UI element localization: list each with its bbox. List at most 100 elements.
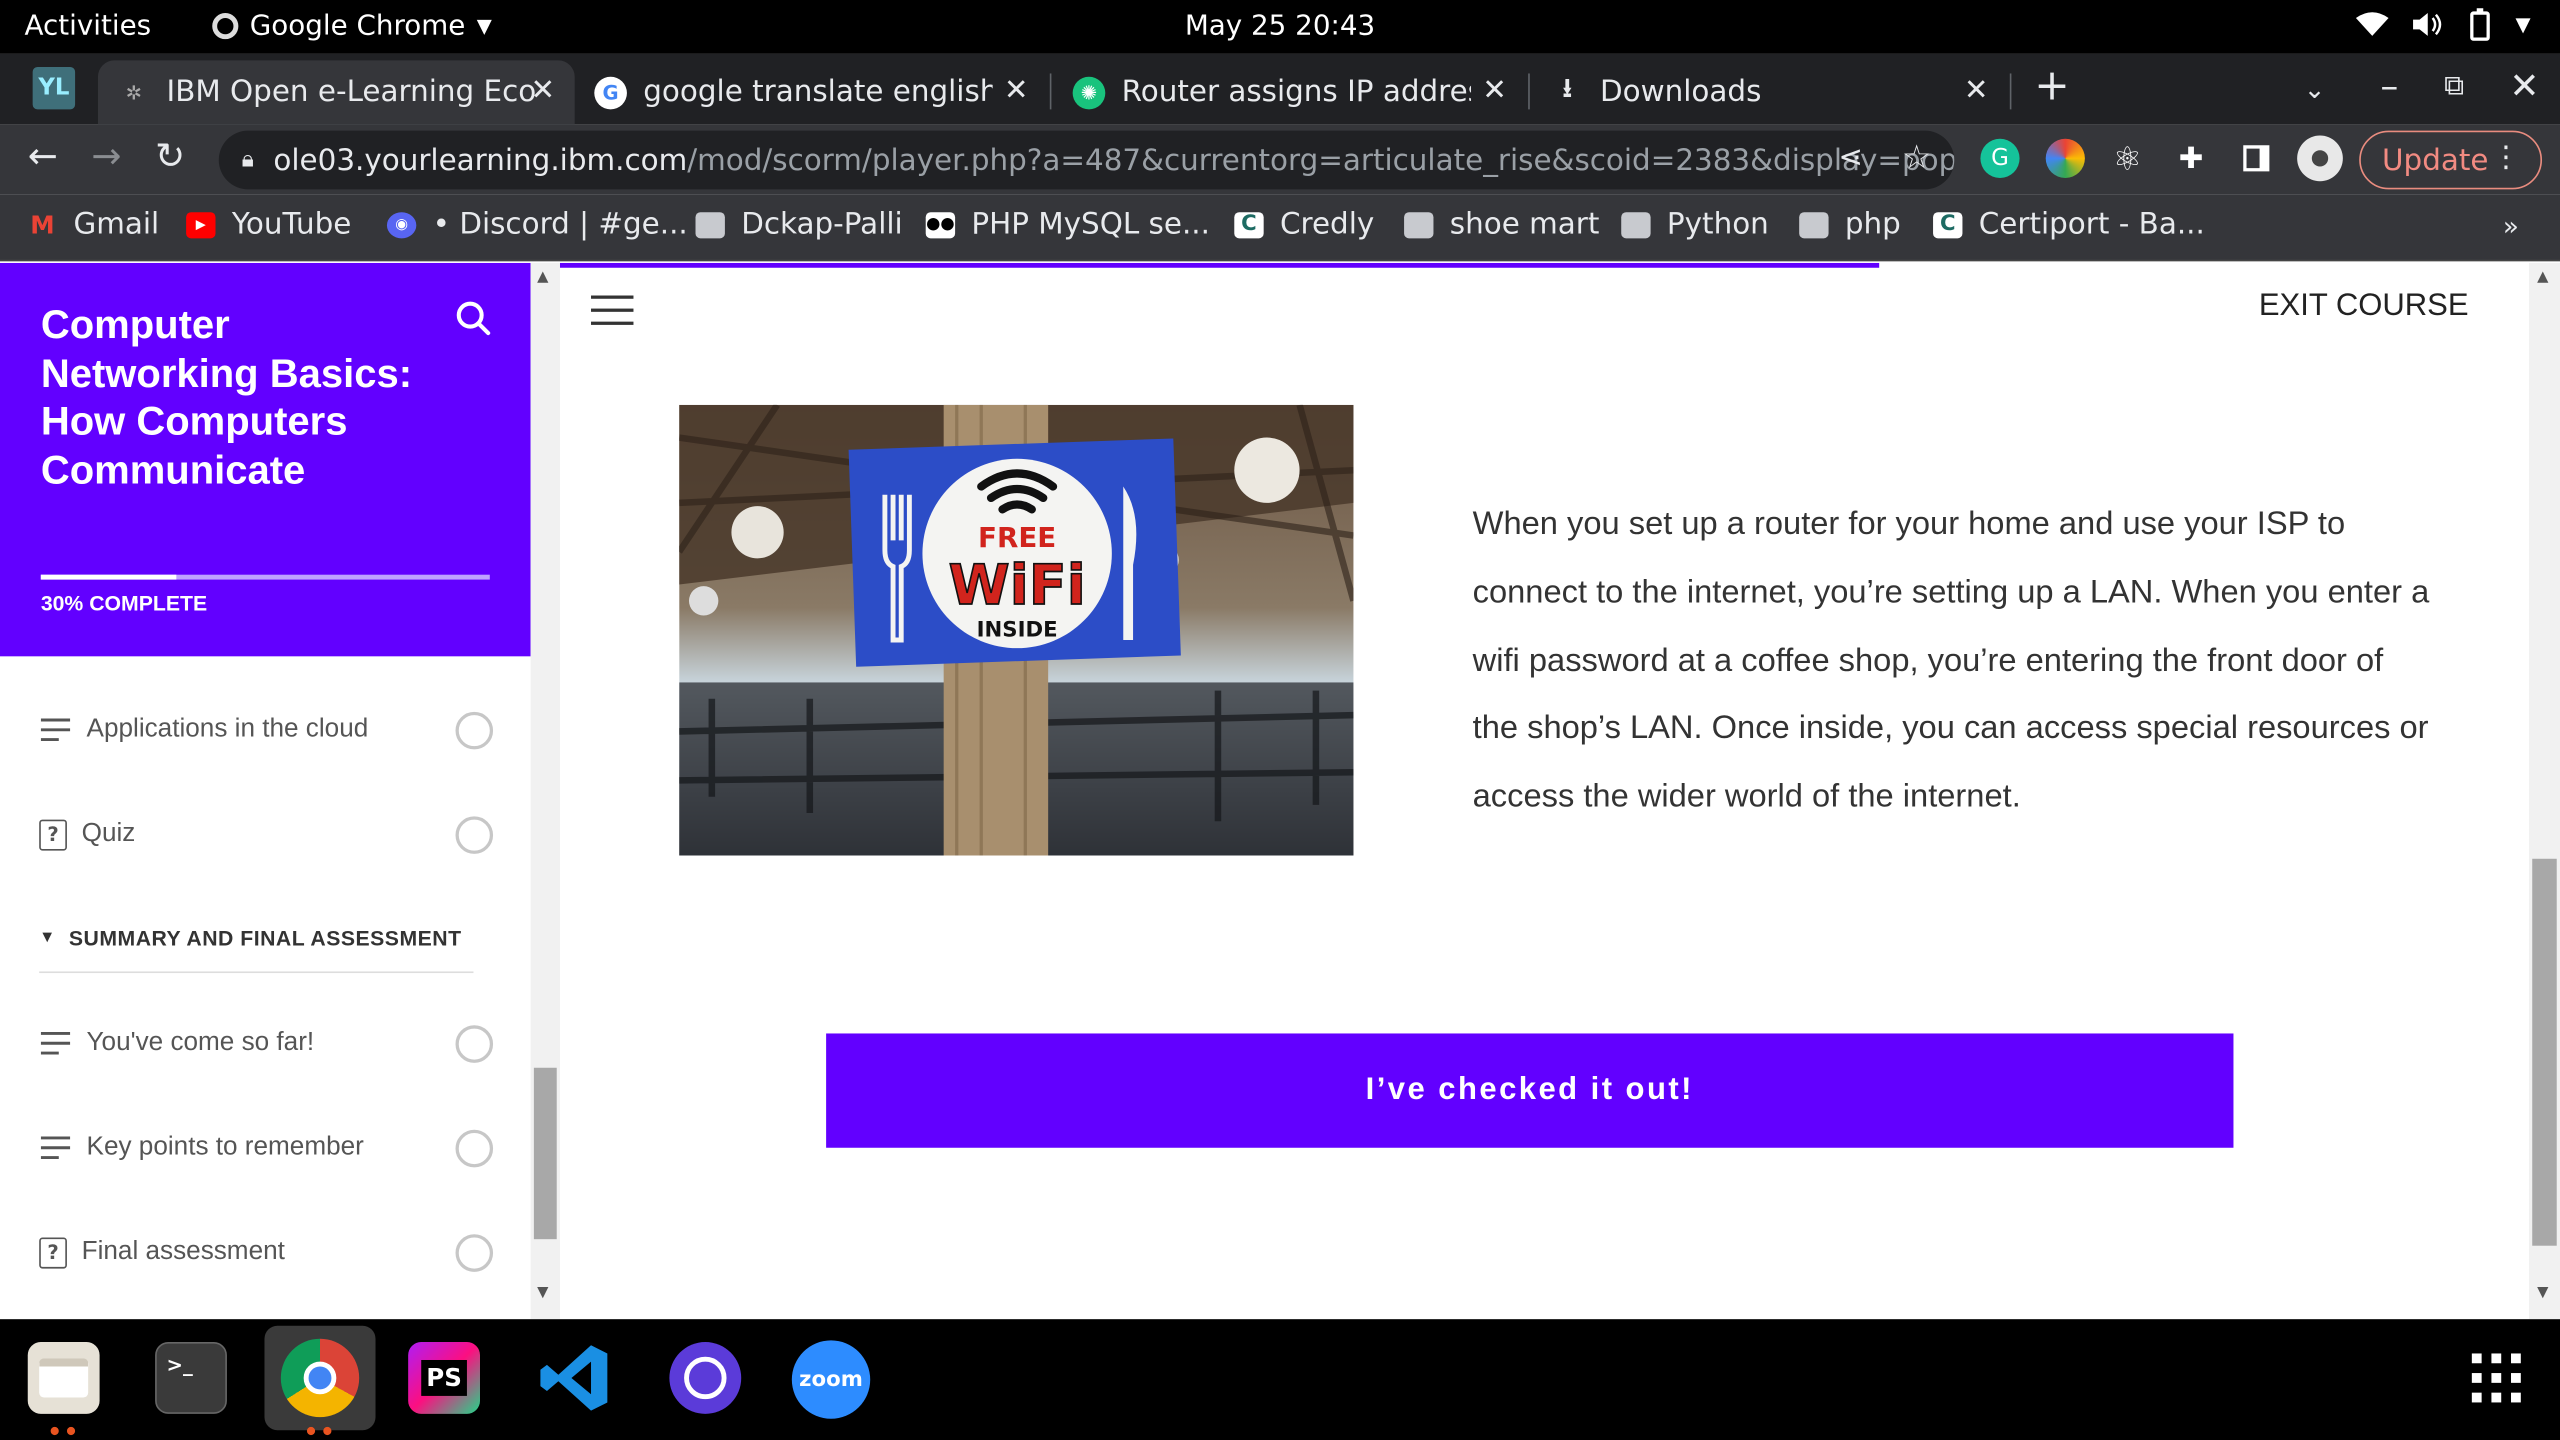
tab-ibm-elearning[interactable]: ✲ IBM Open e-Learning Eco ✕ <box>97 60 575 125</box>
extensions-puzzle-icon[interactable]: ✚ <box>2171 139 2210 178</box>
bookmark-folder-shoe-mart[interactable]: shoe mart <box>1404 207 1600 242</box>
bookmark-folder-python[interactable]: Python <box>1621 207 1769 242</box>
bookmark-credly[interactable]: C Credly <box>1234 207 1374 242</box>
page-scrollbar-thumb[interactable] <box>2532 858 2557 1246</box>
restore-window-button[interactable]: ⧉ <box>2444 70 2464 103</box>
folder-icon <box>1404 211 1434 238</box>
close-icon[interactable]: ✕ <box>1004 73 1029 107</box>
address-bar[interactable]: 🔒︎ ole03.yourlearning.ibm.com/mod/scorm/… <box>218 130 1955 190</box>
credly-icon: C <box>1234 211 1264 238</box>
browser-toolbar: ← → ↻ 🔒︎ ole03.yourlearning.ibm.com/mod/… <box>0 124 2560 195</box>
share-icon[interactable]: ⋖ <box>1838 140 1863 174</box>
bookmark-label: php <box>1844 207 1901 242</box>
chrome-app-icon[interactable] <box>264 1325 376 1431</box>
close-icon[interactable]: ✕ <box>1964 73 1989 107</box>
update-label: Update <box>2382 142 2489 178</box>
phpstorm-label: PS <box>421 1359 467 1396</box>
bookmark-label: PHP MySQL se... <box>971 207 1210 242</box>
show-apps-grid-icon[interactable] <box>2460 1342 2532 1414</box>
bookmark-label: shoe mart <box>1449 207 1600 242</box>
system-tray[interactable]: ▼ <box>2355 8 2531 41</box>
color-picker-extension-icon[interactable] <box>2045 138 2085 178</box>
phpstorm-app-icon[interactable]: PS <box>408 1342 480 1414</box>
forward-button[interactable]: → <box>91 137 121 178</box>
volume-icon <box>2412 13 2441 36</box>
bookmark-discord[interactable]: ◉ • Discord | #ge... <box>386 207 688 242</box>
close-icon[interactable]: ✕ <box>530 73 555 107</box>
tab-router-ip[interactable]: ✺ Router assigns IP address ✕ <box>1053 60 1526 124</box>
zoom-app-icon[interactable]: zoom <box>791 1340 871 1419</box>
incomplete-status-icon <box>455 1129 494 1168</box>
lesson-label: Quiz <box>81 819 136 848</box>
tab-google-translate[interactable]: G google translate english t ✕ <box>575 60 1048 124</box>
bookmark-label: • Discord | #ge... <box>432 207 688 242</box>
bookmark-youtube[interactable]: ▶ YouTube <box>186 207 351 242</box>
progress-bar-fill <box>40 574 176 580</box>
scroll-up-arrow-icon[interactable]: ▲ <box>537 269 548 285</box>
hamburger-menu-icon[interactable] <box>591 295 634 325</box>
back-button[interactable]: ← <box>28 137 58 178</box>
sidebar-scrollbar-thumb[interactable] <box>533 1067 557 1240</box>
checked-it-out-button[interactable]: I’ve checked it out! <box>826 1033 2234 1148</box>
bookmark-folder-dckap[interactable]: Dckap-Palli <box>695 207 903 242</box>
vscode-app-icon[interactable] <box>539 1342 611 1414</box>
sidebar-scrollbar[interactable]: ▲ ▼ <box>530 262 560 1320</box>
running-indicator <box>323 1426 332 1436</box>
side-panel-icon[interactable] <box>2237 139 2276 178</box>
text-lines-icon <box>39 1027 72 1060</box>
search-icon[interactable] <box>456 300 492 336</box>
bookmark-star-icon[interactable]: ☆ <box>1902 137 1931 176</box>
tab-downloads[interactable]: ⭳ Downloads ✕ <box>1531 60 2008 124</box>
scroll-down-arrow-icon[interactable]: ▼ <box>2537 1285 2548 1301</box>
bookmark-label: Gmail <box>73 207 160 242</box>
battery-icon <box>2469 8 2490 41</box>
running-indicator <box>50 1426 59 1436</box>
exit-course-link[interactable]: EXIT COURSE <box>2259 289 2469 325</box>
lock-icon: 🔒︎ <box>241 146 254 174</box>
close-window-button[interactable]: ✕ <box>2509 67 2539 108</box>
url-host: ole03.yourlearning.ibm.com <box>273 142 688 178</box>
scroll-down-arrow-icon[interactable]: ▼ <box>537 1285 548 1301</box>
section-label: SUMMARY AND FINAL ASSESSMENT <box>68 925 462 951</box>
files-app-icon[interactable] <box>27 1342 100 1414</box>
react-devtools-extension-icon[interactable]: ⚛ <box>2108 139 2147 178</box>
page-scrollbar-track[interactable]: ▲ ▼ <box>2528 262 2560 1320</box>
folder-icon <box>1799 211 1829 238</box>
page-scrollbar[interactable]: ▲ ▼ <box>2499 262 2560 1320</box>
screen-recorder-app-icon[interactable] <box>669 1342 742 1414</box>
grammarly-extension-icon[interactable]: G <box>1980 138 2020 178</box>
tab-search-chevron-icon[interactable]: ⌄ <box>2304 73 2326 104</box>
lesson-applications-in-the-cloud[interactable]: Applications in the cloud <box>39 705 496 754</box>
lesson-label: You've come so far! <box>86 1028 315 1057</box>
tab-title: Downloads <box>1599 75 1762 110</box>
caret-down-icon: ▼ <box>39 928 56 947</box>
tab-separator <box>2009 73 2012 110</box>
reload-button[interactable]: ↻ <box>155 137 185 178</box>
terminal-app-icon[interactable]: >_ <box>155 1342 227 1414</box>
lesson-content: EXIT COURSE FREE WiFi INSIDE When you se… <box>559 262 2500 1320</box>
scroll-up-arrow-icon[interactable]: ▲ <box>2537 269 2548 285</box>
credly-icon: C <box>1933 211 1963 238</box>
lesson-youve-come-so-far[interactable]: You've come so far! <box>39 1019 496 1068</box>
bookmark-label: Certiport - Ba... <box>1978 207 2205 242</box>
lesson-key-points-to-remember[interactable]: Key points to remember <box>39 1123 496 1172</box>
tab-strip: YL ✲ IBM Open e-Learning Eco ✕ G google … <box>0 53 2560 125</box>
new-tab-button[interactable]: + <box>2034 62 2070 111</box>
more-bookmarks-chevron-icon[interactable]: » <box>2503 211 2519 242</box>
minimize-window-button[interactable]: – <box>2380 67 2398 108</box>
lesson-final-assessment[interactable]: ? Final assessment <box>39 1228 496 1277</box>
section-summary-and-final-assessment[interactable]: ▼ SUMMARY AND FINAL ASSESSMENT <box>39 926 461 950</box>
incomplete-status-icon <box>455 711 494 750</box>
bookmark-folder-php[interactable]: php <box>1799 207 1901 242</box>
update-button[interactable]: Update ⋮ <box>2359 130 2543 190</box>
bookmark-certiport[interactable]: C Certiport - Ba... <box>1933 207 2205 242</box>
profile-avatar[interactable] <box>2297 135 2343 182</box>
sign-inside-text: INSIDE <box>977 618 1058 643</box>
bookmark-php-mysql[interactable]: ●● PHP MySQL se... <box>925 207 1210 242</box>
clock[interactable]: May 25 20:43 <box>0 10 2560 43</box>
close-icon[interactable]: ✕ <box>1482 73 1507 107</box>
bookmark-gmail[interactable]: M Gmail <box>28 207 159 241</box>
yourlearning-app-icon[interactable]: YL <box>32 66 76 110</box>
zoom-label: zoom <box>799 1367 863 1392</box>
lesson-quiz[interactable]: ? Quiz <box>39 810 496 859</box>
